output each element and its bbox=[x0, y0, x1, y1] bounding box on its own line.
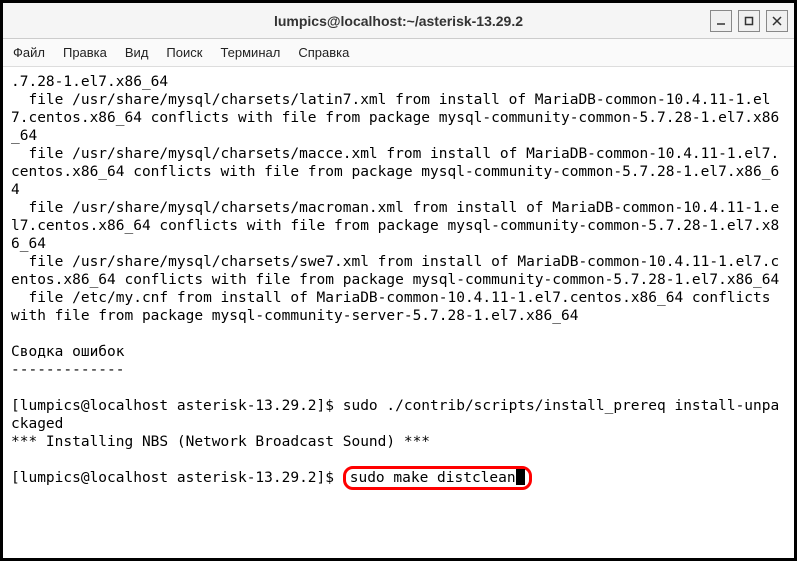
output-line: file /usr/share/mysql/charsets/macroman.… bbox=[11, 200, 779, 252]
maximize-button[interactable] bbox=[738, 10, 760, 32]
menu-edit[interactable]: Правка bbox=[63, 45, 107, 60]
cursor-icon bbox=[516, 469, 525, 485]
output-line: file /usr/share/mysql/charsets/macce.xml… bbox=[11, 146, 779, 198]
terminal-output[interactable]: .7.28-1.el7.x86_64 file /usr/share/mysql… bbox=[3, 67, 794, 558]
menu-view[interactable]: Вид bbox=[125, 45, 149, 60]
titlebar: lumpics@localhost:~/asterisk-13.29.2 bbox=[3, 3, 794, 39]
terminal-window: lumpics@localhost:~/asterisk-13.29.2 Фай… bbox=[0, 0, 797, 561]
command-input[interactable]: sudo make distclean bbox=[350, 470, 516, 486]
menu-file[interactable]: Файл bbox=[13, 45, 45, 60]
output-line: ------------- bbox=[11, 362, 125, 378]
menubar: Файл Правка Вид Поиск Терминал Справка bbox=[3, 39, 794, 67]
output-line: file /usr/share/mysql/charsets/swe7.xml … bbox=[11, 254, 779, 288]
output-line: file /etc/my.cnf from install of MariaDB… bbox=[11, 290, 779, 324]
output-line: file /usr/share/mysql/charsets/latin7.xm… bbox=[11, 92, 779, 144]
window-controls bbox=[710, 10, 788, 32]
menu-terminal[interactable]: Терминал bbox=[220, 45, 280, 60]
command-highlight: sudo make distclean bbox=[343, 466, 532, 490]
prompt: [lumpics@localhost asterisk-13.29.2]$ bbox=[11, 470, 343, 486]
close-button[interactable] bbox=[766, 10, 788, 32]
minimize-button[interactable] bbox=[710, 10, 732, 32]
menu-search[interactable]: Поиск bbox=[166, 45, 202, 60]
output-line: [lumpics@localhost asterisk-13.29.2]$ su… bbox=[11, 398, 779, 432]
output-line: *** Installing NBS (Network Broadcast So… bbox=[11, 434, 430, 450]
output-line: .7.28-1.el7.x86_64 bbox=[11, 74, 168, 90]
menu-help[interactable]: Справка bbox=[298, 45, 349, 60]
output-line: Сводка ошибок bbox=[11, 344, 125, 360]
window-title: lumpics@localhost:~/asterisk-13.29.2 bbox=[274, 13, 523, 29]
